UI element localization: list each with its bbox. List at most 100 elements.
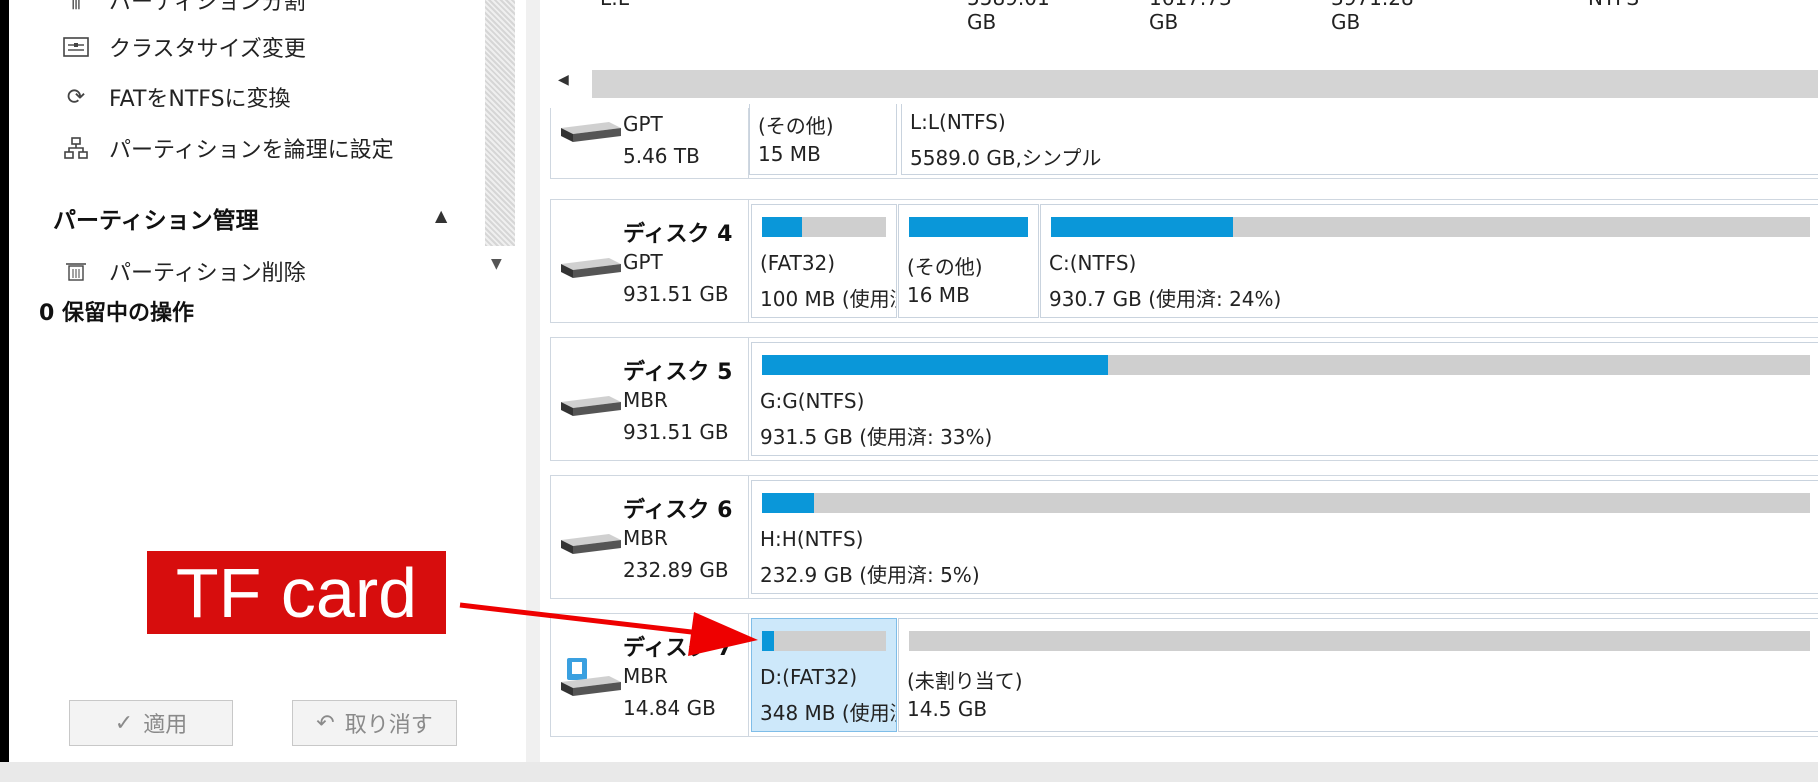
usage-bar	[762, 493, 1810, 513]
partition-label: (未割り当て)	[907, 669, 1023, 693]
disk-info[interactable]: ディスク 7 MBR 14.84 GB	[551, 614, 749, 736]
partition-size: 232.9 GB (使用済: 5%)	[760, 563, 980, 587]
hdd-icon	[561, 534, 621, 554]
usage-bar	[1051, 217, 1810, 237]
sidebar: ⫼ パーティション分割 クラスタサイズ変更 ⟳ FATをNTFSに変換 パーティ…	[9, 0, 526, 762]
sidebar-item-cluster-size[interactable]: クラスタサイズ変更	[61, 27, 306, 67]
usage-bar	[762, 631, 886, 651]
disk-type: MBR	[623, 388, 668, 412]
annotation-label: TF card	[147, 551, 446, 634]
apply-button[interactable]: ✓ 適用	[69, 700, 233, 746]
partition-label: D:(FAT32)	[760, 665, 858, 689]
partition-block[interactable]: C:(NTFS) 930.7 GB (使用済: 24%)	[1040, 204, 1818, 318]
usage-fill	[762, 631, 775, 651]
disk-info[interactable]: ディスク 5 MBR 931.51 GB	[551, 338, 749, 460]
partition-label: G:G(NTFS)	[760, 389, 865, 413]
sidebar-item-label: クラスタサイズ変更	[109, 37, 306, 62]
partition-block[interactable]: (その他) 16 MB	[898, 204, 1039, 318]
hdd-icon	[561, 396, 621, 416]
sidebar-item-label: パーティション削除	[109, 261, 306, 286]
pane-divider[interactable]	[526, 0, 540, 762]
disk-name: ディスク 4	[623, 222, 733, 247]
usage-fill	[762, 217, 802, 237]
disk-map-pane: L:L 5589.01 GB 1617.73 GB 3971.28 GB NTF…	[540, 0, 1818, 762]
check-icon: ✓	[114, 710, 134, 736]
partition-block-selected[interactable]: D:(FAT32) 348 MB (使用済	[751, 618, 897, 732]
partition-block[interactable]: (FAT32) 100 MB (使用済	[751, 204, 897, 318]
disk-row-tf-card[interactable]: ディスク 7 MBR 14.84 GB D:(FAT32) 348 MB (使用…	[550, 613, 1818, 737]
usage-fill	[1051, 217, 1234, 237]
scrollbar-thumb[interactable]	[592, 70, 1818, 98]
partition-label: (その他)	[758, 114, 834, 138]
undo-button-label: 取り消す	[344, 713, 433, 738]
sidebar-item-split-partition[interactable]: ⫼ パーティション分割	[61, 0, 306, 20]
scroll-down-icon[interactable]: ▼	[491, 256, 502, 272]
disk-type: GPT	[623, 112, 663, 136]
undo-icon: ↶	[316, 710, 335, 736]
disk-name: ディスク 6	[623, 498, 733, 523]
partition-label: L:L(NTFS)	[910, 110, 1006, 134]
usage-fill	[762, 493, 815, 513]
table-cell: 1617.73 GB	[1149, 0, 1232, 34]
partition-block[interactable]: G:G(NTFS) 931.5 GB (使用済: 33%)	[751, 342, 1818, 456]
sidebar-item-set-logical[interactable]: パーティションを論理に設定	[61, 128, 394, 168]
sidebar-item-label: パーティション分割	[109, 0, 306, 15]
partition-size: 14.5 GB	[907, 697, 988, 721]
sidebar-item-fat-to-ntfs[interactable]: ⟳ FATをNTFSに変換	[61, 77, 291, 117]
partition-size: 348 MB (使用済	[760, 701, 897, 725]
hdd-icon	[561, 258, 621, 278]
partition-block[interactable]: L:L(NTFS) 5589.0 GB,シンプル	[901, 104, 1818, 175]
disk-info[interactable]: GPT 5.46 TB	[551, 108, 749, 178]
partition-size: 931.5 GB (使用済: 33%)	[760, 425, 993, 449]
chevron-up-icon[interactable]: ▲	[435, 206, 447, 225]
usage-bar	[762, 355, 1810, 375]
sidebar-scrollbar[interactable]	[485, 0, 515, 246]
disk-info[interactable]: ディスク 6 MBR 232.89 GB	[551, 476, 749, 598]
disk-name: ディスク 5	[623, 360, 733, 385]
disk-row[interactable]: ディスク 6 MBR 232.89 GB H:H(NTFS) 232.9 GB …	[550, 475, 1818, 599]
partition-label: (FAT32)	[760, 251, 836, 275]
partition-block[interactable]: H:H(NTFS) 232.9 GB (使用済: 5%)	[751, 480, 1818, 594]
partition-block[interactable]: (未割り当て) 14.5 GB	[898, 618, 1818, 732]
partition-block[interactable]: (その他) 15 MB	[749, 104, 897, 175]
disk-row[interactable]: ディスク 5 MBR 931.51 GB G:G(NTFS) 931.5 GB …	[550, 337, 1818, 461]
disk-size: 5.46 TB	[623, 144, 700, 168]
disk-type: MBR	[623, 526, 668, 550]
disk-type: GPT	[623, 250, 663, 274]
apply-button-label: 適用	[143, 713, 188, 738]
usage-fill	[909, 217, 1028, 237]
disk-row[interactable]: GPT 5.46 TB (その他) 15 MB L:L(NTFS) 5589.0…	[550, 104, 1818, 179]
scroll-left-icon[interactable]: ◀	[558, 72, 569, 88]
disk-row[interactable]: ディスク 4 GPT 931.51 GB (FAT32) 100 MB (使用済…	[550, 199, 1818, 323]
usage-bar	[762, 217, 886, 237]
disk-size: 14.84 GB	[623, 696, 716, 720]
table-cell: 3971.28 GB	[1331, 0, 1414, 34]
partition-label: C:(NTFS)	[1049, 251, 1137, 275]
disk-type: MBR	[623, 664, 668, 688]
usage-bar	[909, 631, 1810, 651]
sidebar-item-delete-partition[interactable]: パーティション削除	[61, 251, 306, 291]
horizontal-scrollbar[interactable]: ◀	[550, 70, 1818, 98]
usage-bar	[909, 217, 1028, 237]
table-cell: NTFS	[1588, 0, 1639, 10]
disk-size: 931.51 GB	[623, 282, 729, 306]
sidebar-item-label: パーティションを論理に設定	[109, 138, 394, 163]
usb-drive-icon	[561, 658, 621, 696]
table-cell: L:L	[600, 0, 629, 10]
sidebar-item-label: FATをNTFSに変換	[109, 87, 291, 112]
undo-button[interactable]: ↶ 取り消す	[292, 700, 457, 746]
logical-icon	[61, 133, 91, 163]
partition-label: (その他)	[907, 255, 983, 279]
partition-size: 16 MB	[907, 283, 970, 307]
app-window: ⫼ パーティション分割 クラスタサイズ変更 ⟳ FATをNTFSに変換 パーティ…	[9, 0, 1818, 782]
status-bar	[0, 762, 1818, 782]
section-title-partition-management[interactable]: パーティション管理	[53, 201, 259, 235]
partition-size: 5589.0 GB,シンプル	[910, 146, 1102, 170]
disk-info[interactable]: ディスク 4 GPT 931.51 GB	[551, 200, 749, 322]
disk-size: 232.89 GB	[623, 558, 729, 582]
partition-size: 15 MB	[758, 142, 821, 166]
pending-operations[interactable]: 0 保留中の操作	[39, 295, 194, 327]
trash-icon	[61, 256, 91, 286]
partition-size: 100 MB (使用済	[760, 287, 897, 311]
cluster-icon	[61, 32, 91, 62]
